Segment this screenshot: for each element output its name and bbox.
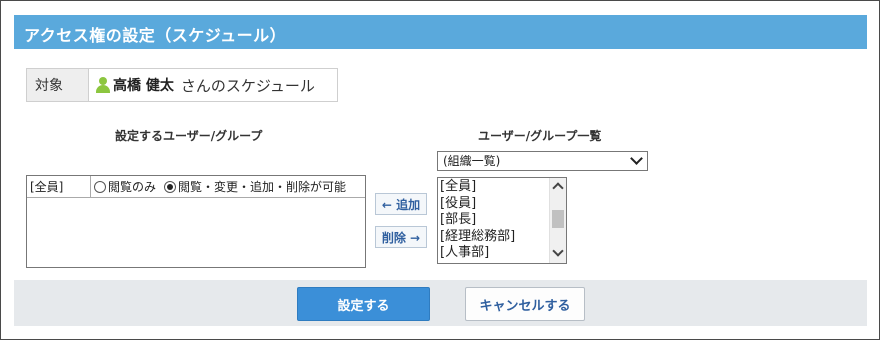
list-item[interactable]: [全員] <box>440 179 515 196</box>
permission-read-only-option[interactable]: 閲覧のみ <box>94 178 156 195</box>
target-suffix: さんのスケジュール <box>180 76 315 95</box>
dialog-header: アクセス権の設定（スケジュール） <box>14 15 867 49</box>
scroll-thumb[interactable] <box>552 210 564 228</box>
list-item[interactable]: [経理総務部] <box>440 229 515 246</box>
dialog-title: アクセス権の設定（スケジュール） <box>24 26 287 45</box>
cancel-button[interactable]: キャンセルする <box>465 287 585 321</box>
settings-row-name: [全員] <box>27 176 91 197</box>
footer-bar <box>14 280 867 326</box>
settings-row-permissions: 閲覧のみ 閲覧・変更・追加・削除が可能 <box>91 178 365 195</box>
user-icon <box>95 77 111 93</box>
target-value: 高橋 健太 さんのスケジュール <box>89 69 337 101</box>
settings-table: [全員] 閲覧のみ 閲覧・変更・追加・削除が可能 <box>26 175 366 268</box>
settings-row[interactable]: [全員] 閲覧のみ 閲覧・変更・追加・削除が可能 <box>27 176 365 198</box>
list-item[interactable]: [人事部] <box>440 245 515 262</box>
target-user-name: 高橋 健太 <box>113 78 174 94</box>
permission-read-only-label: 閲覧のみ <box>108 180 157 194</box>
settings-title: 設定するユーザー/グループ <box>115 129 263 143</box>
permission-full-option[interactable]: 閲覧・変更・追加・削除が可能 <box>164 178 346 195</box>
group-select-value: (組織一覧) <box>443 154 501 168</box>
listbox-scrollbar[interactable] <box>549 178 566 263</box>
list-item[interactable]: [役員] <box>440 196 515 213</box>
target-label: 対象 <box>27 69 89 101</box>
add-button[interactable]: ← 追加 <box>375 193 427 215</box>
chevron-down-icon <box>630 152 643 165</box>
radio-read-only[interactable] <box>94 180 106 193</box>
listbox-items: [全員] [役員] [部長] [経理総務部] [人事部] <box>440 179 515 262</box>
target-info: 対象 高橋 健太 さんのスケジュール <box>26 68 338 102</box>
scroll-up-icon[interactable] <box>552 182 564 194</box>
user-group-listbox[interactable]: [全員] [役員] [部長] [経理総務部] [人事部] <box>437 177 567 264</box>
permission-full-label: 閲覧・変更・追加・削除が可能 <box>178 180 347 194</box>
list-item[interactable]: [部長] <box>440 212 515 229</box>
radio-full-access[interactable] <box>164 180 177 193</box>
user-group-list-title: ユーザー/グループ一覧 <box>478 129 602 143</box>
confirm-button[interactable]: 設定する <box>297 287 430 321</box>
group-select[interactable]: (組織一覧) <box>437 151 648 171</box>
remove-button[interactable]: 削除 → <box>375 226 427 248</box>
scroll-down-icon[interactable] <box>552 245 564 257</box>
